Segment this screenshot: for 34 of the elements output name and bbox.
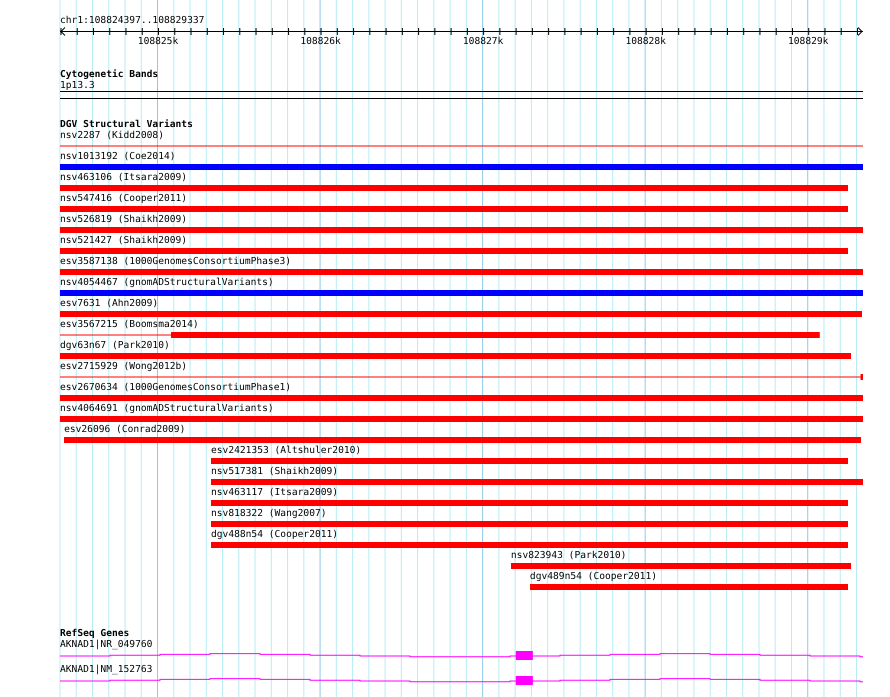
variant-label: nsv2287 (Kidd2008) bbox=[60, 130, 164, 141]
track-title: RefSeq Genes bbox=[60, 628, 130, 639]
tick-label: 108825k bbox=[138, 36, 178, 47]
variant-label: nsv521427 (Shaikh2009) bbox=[60, 235, 188, 246]
variant-label: esv3587138 (1000GenomesConsortiumPhase3) bbox=[60, 256, 292, 267]
variant-label: nsv823943 (Park2010) bbox=[510, 550, 626, 561]
variant-label: esv3567215 (Boomsma2014) bbox=[60, 319, 199, 330]
variant-label: esv2715929 (Wong2012b) bbox=[60, 361, 188, 372]
tick-label: 108828k bbox=[625, 36, 666, 47]
variant-label: nsv463117 (Itsara2009) bbox=[211, 487, 338, 498]
variant-label: nsv463106 (Itsara2009) bbox=[60, 172, 188, 183]
tick-label: 108826k bbox=[300, 36, 341, 47]
band-label: 1p13.3 bbox=[60, 80, 95, 91]
tick-label: 108829k bbox=[788, 36, 828, 47]
variant-label: nsv547416 (Cooper2011) bbox=[60, 193, 188, 204]
variant-label: dgv488n54 (Cooper2011) bbox=[211, 529, 338, 540]
variant-label: nsv4054467 (gnomADStructuralVariants) bbox=[60, 277, 274, 288]
location-label: chr1:108824397..108829337 bbox=[60, 15, 204, 26]
variant-label: nsv526819 (Shaikh2009) bbox=[60, 214, 188, 225]
variant-label: nsv517381 (Shaikh2009) bbox=[211, 466, 338, 477]
tick-label: 108827k bbox=[462, 36, 504, 47]
variant-label: esv7631 (Ahn2009) bbox=[60, 298, 158, 309]
track-title: Cytogenetic Bands bbox=[60, 69, 158, 80]
gene-label: AKNAD1|NR_049760 bbox=[60, 639, 152, 650]
variant-label: dgv63n67 (Park2010) bbox=[60, 340, 170, 351]
variant-label: esv2421353 (Altshuler2010) bbox=[211, 445, 362, 456]
gene-label: AKNAD1|NM_152763 bbox=[60, 664, 152, 675]
variant-label: nsv4064691 (gnomADStructuralVariants) bbox=[60, 403, 274, 414]
track-title: DGV Structural Variants bbox=[60, 119, 193, 130]
variant-label: esv2670634 (1000GenomesConsortiumPhase1) bbox=[60, 382, 292, 393]
variant-label: esv26096 (Conrad2009) bbox=[64, 424, 186, 435]
variant-label: dgv489n54 (Cooper2011) bbox=[530, 571, 657, 582]
variant-label: nsv818322 (Wang2007) bbox=[211, 508, 327, 519]
variant-label: nsv1013192 (Coe2014) bbox=[60, 151, 176, 162]
